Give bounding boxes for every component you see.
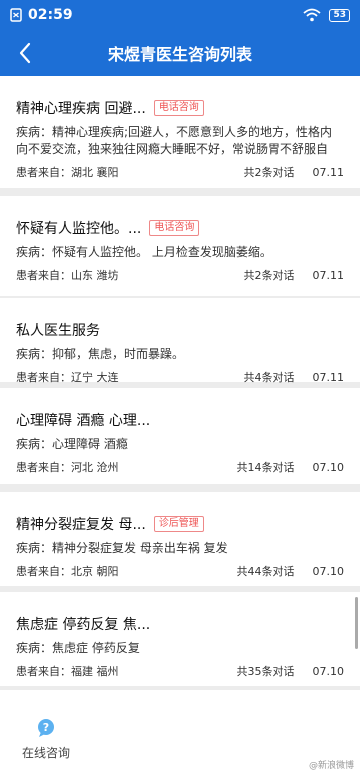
- patient-location: 患者来自：福建 福州: [16, 665, 119, 678]
- patient-location: 患者来自：山东 潍坊: [16, 269, 119, 282]
- patient-location: 患者来自：辽宁 大连: [16, 371, 119, 384]
- wifi-icon: [303, 8, 322, 22]
- chat-bubble-icon: ?: [38, 719, 54, 737]
- consultation-card[interactable]: 焦虑症 停药反复 焦... 疾病：焦虑症 停药反复 患者来自：福建 福州 共35…: [0, 592, 360, 686]
- consultation-title: 精神分裂症复发 母...: [16, 517, 146, 533]
- consultation-disease: 疾病：心理障碍 酒瘾: [16, 437, 128, 451]
- consultation-card[interactable]: 心理障碍 酒瘾 心理... 疾病：心理障碍 酒瘾 患者来自：河北 沧州 共14条…: [0, 388, 360, 484]
- watermark: @新浪微博: [308, 761, 354, 771]
- consultation-card[interactable]: 精神分裂症复发 母... 诊后管理 疾病：精神分裂症复发 母亲出车祸 复发 患者…: [0, 492, 360, 586]
- page-title: 宋煜青医生咨询列表: [107, 45, 252, 64]
- consultation-title: 精神心理疾病 回避...: [16, 101, 146, 117]
- bottom-tabbar: ? 在线咨询: [0, 690, 360, 772]
- consultation-title: 心理障碍 酒瘾 心理...: [16, 413, 151, 429]
- consultation-title: 焦虑症 停药反复 焦...: [16, 617, 151, 633]
- consultation-date: 07.10: [312, 564, 345, 578]
- status-time: 02:59: [28, 7, 73, 23]
- notification-icon: [10, 8, 22, 22]
- consultation-date: 07.10: [312, 664, 345, 678]
- dialogue-count: 共2条对话: [243, 166, 295, 179]
- consultation-title: 私人医生服务: [16, 323, 100, 339]
- consultation-tag: 电话咨询: [153, 100, 204, 116]
- battery-indicator: 53: [329, 8, 350, 22]
- consultation-tag: 诊后管理: [153, 516, 204, 532]
- dialogue-count: 共14条对话: [236, 461, 295, 474]
- consultation-disease: 疾病：焦虑症 停药反复: [16, 641, 140, 655]
- consultation-card[interactable]: 精神心理疾病 回避... 电话咨询 疾病：精神心理疾病;回避人，不愿意到人多的地…: [0, 76, 360, 188]
- scrollbar[interactable]: [355, 597, 358, 649]
- consultation-date: 07.11: [312, 268, 345, 282]
- tab-label: 在线咨询: [21, 746, 70, 760]
- consultation-date: 07.11: [312, 165, 345, 179]
- consultation-list[interactable]: 精神心理疾病 回避... 电话咨询 疾病：精神心理疾病;回避人，不愿意到人多的地…: [0, 76, 360, 690]
- consultation-date: 07.11: [312, 370, 345, 384]
- consultation-card[interactable]: 怀疑有人监控他。... 电话咨询 疾病：怀疑有人监控他。 上月检查发现脑萎缩。 …: [0, 196, 360, 296]
- back-button[interactable]: [10, 38, 40, 68]
- dialogue-count: 共35条对话: [236, 665, 295, 678]
- patient-location: 患者来自：北京 朝阳: [16, 565, 119, 578]
- dialogue-count: 共2条对话: [243, 269, 295, 282]
- dialogue-count: 共4条对话: [243, 371, 295, 384]
- dialogue-count: 共44条对话: [236, 565, 295, 578]
- patient-location: 患者来自：河北 沧州: [16, 461, 119, 474]
- consultation-disease: 疾病：怀疑有人监控他。 上月检查发现脑萎缩。: [16, 245, 272, 259]
- consultation-card[interactable]: 私人医生服务 疾病：抑郁，焦虑，时而暴躁。 患者来自：辽宁 大连 共4条对话 0…: [0, 298, 360, 384]
- nav-bar: 宋煜青医生咨询列表: [0, 30, 360, 76]
- chevron-left-icon: [19, 42, 31, 64]
- consultation-disease: 疾病：精神分裂症复发 母亲出车祸 复发: [16, 541, 228, 555]
- svg-text:?: ?: [43, 721, 49, 734]
- consultation-date: 07.10: [312, 460, 345, 474]
- consultation-disease: 疾病：精神心理疾病;回避人，不愿意到人多的地方，性格内向不爱交流，独来独往网瘾大…: [16, 125, 333, 156]
- consultation-disease: 疾病：抑郁，焦虑，时而暴躁。: [16, 347, 185, 361]
- consultation-title: 怀疑有人监控他。...: [16, 221, 142, 237]
- status-bar: 02:59 53: [0, 0, 360, 30]
- tab-online-consult[interactable]: ? 在线咨询: [18, 718, 74, 761]
- patient-location: 患者来自：湖北 襄阳: [16, 166, 119, 179]
- consultation-tag: 电话咨询: [149, 220, 200, 236]
